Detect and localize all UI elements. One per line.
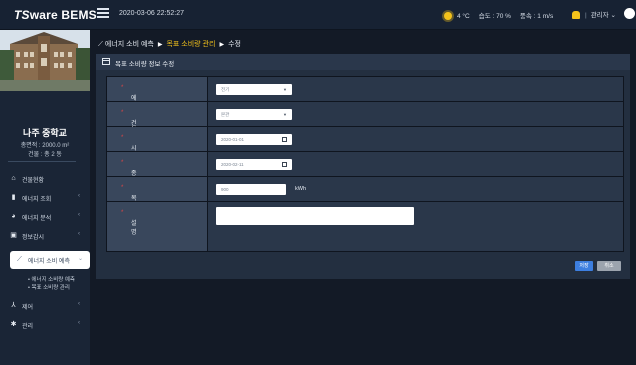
chevron-left-icon: ‹ (78, 301, 80, 307)
end-date-label: 종료일* (121, 160, 137, 195)
divider: | (585, 12, 587, 19)
chevron-left-icon: ‹ (78, 231, 80, 237)
control-icon: ⅄ (11, 302, 16, 309)
sun-icon (444, 12, 452, 21)
calendar-icon[interactable] (282, 137, 287, 142)
pie-chart-icon: ◕ (11, 213, 16, 220)
breadcrumb-current[interactable]: 목표 소비량 관리 (166, 41, 215, 48)
weather-info: 4 °C 습도 : 70 % 풍속 : 1 m/s (444, 10, 554, 21)
brand-suffix: ware BEMS (29, 8, 97, 22)
description-textarea[interactable] (216, 207, 414, 225)
chevron-left-icon: ‹ (78, 193, 80, 199)
user-avatar-icon[interactable] (624, 8, 635, 19)
end-date-value: 2020-02-11 (221, 162, 244, 167)
target-form: 에너지원* 전기 ▼ 건물* 본관 ▼ 시작일* (106, 76, 624, 252)
start-date-input[interactable]: 2020-01-01 (216, 134, 292, 145)
monitor-icon: ▣ (10, 232, 17, 239)
target-input-value: 900 (221, 187, 229, 192)
user-label[interactable]: 관리자 (591, 12, 609, 19)
breadcrumb-root[interactable]: 에너지 소비 예측 (105, 41, 154, 48)
target-unit: kWh (295, 186, 306, 192)
sidebar-item-monitoring[interactable]: ▣ 정보감시 ‹ (0, 227, 90, 245)
top-bar: TSware BEMS 2020-03-06 22:52:27 4 °C 습도 :… (0, 0, 636, 30)
sidebar-item-energy-analysis[interactable]: ◕ 에너지 분석 ‹ (0, 208, 90, 226)
source-select[interactable]: 전기 ▼ (216, 84, 292, 95)
sidebar-divider (8, 161, 76, 162)
sidebar: 나주 중학교 총면적 : 2000.0 m² 건물 : 총 2 동 ⌂ 건물현황… (0, 30, 90, 365)
sidebar-item-label: 제어 (22, 305, 34, 311)
sidebar-item-label: 건물현황 (22, 178, 45, 184)
brand-prefix: TS (14, 8, 30, 22)
school-area: 총면적 : 2000.0 m² (20, 143, 70, 149)
form-row-start-date: 시작일* 2020-01-01 (107, 127, 623, 170)
panel-header: 목표 소비량 정보 수정 (96, 54, 630, 70)
chevron-right-icon: ▶ (219, 42, 225, 48)
building-select[interactable]: 본관 ▼ (216, 109, 292, 120)
sidebar-item-label: 에너지 분석 (22, 216, 52, 222)
sidebar-item-label: 에너지 소비 예측 (28, 259, 70, 265)
chevron-left-icon: ‹ (78, 212, 80, 218)
sidebar-item-label: 정보감시 (22, 235, 45, 241)
sidebar-item-label: 관리 (22, 324, 34, 330)
sidebar-item-label: 에너지 조회 (22, 197, 52, 203)
dropdown-arrow-icon: ▼ (283, 112, 287, 117)
main-content: ⟋ 에너지 소비 예측▶목표 소비량 관리▶수정 목표 소비량 정보 수정 에너… (90, 30, 636, 365)
start-date-value: 2020-01-01 (221, 137, 245, 142)
description-label: 설명 * (121, 210, 137, 236)
end-date-input[interactable]: 2020-02-11 (216, 159, 292, 170)
form-row-source: 에너지원* 전기 ▼ (107, 77, 623, 129)
target-input[interactable]: 900 (216, 184, 286, 195)
source-label: 에너지원* (121, 85, 137, 129)
chevron-down-icon: ⌄ (78, 256, 84, 262)
building-label: 건물* (121, 110, 137, 136)
humidity: 습도 : 70 % (478, 13, 511, 20)
line-chart-icon: ⟋ (17, 256, 22, 263)
home-icon: ⌂ (11, 175, 16, 182)
save-button[interactable]: 저장 (575, 261, 593, 271)
edit-panel: 목표 소비량 정보 수정 에너지원* 전기 ▼ 건물* 본관 ▼ (96, 54, 630, 279)
dropdown-arrow-icon: ▼ (283, 87, 287, 92)
school-name: 나주 중학교 (23, 128, 67, 138)
form-row-description: 설명 * (107, 202, 623, 252)
sidebar-item-energy-lookup[interactable]: ▮ 에너지 조회 ‹ (0, 189, 90, 207)
building-select-value: 본관 (221, 112, 230, 117)
subnav-target-management[interactable]: • 목표 소비량 관리 (28, 283, 70, 291)
sidebar-item-control[interactable]: ⅄ 제어 ‹ (0, 297, 90, 315)
sidebar-item-energy-forecast[interactable]: ⟋ 에너지 소비 예측 ⌄ (10, 251, 90, 269)
user-area[interactable]: | 관리자 ⌄ (572, 9, 616, 20)
start-date-label: 시작일* (121, 135, 137, 170)
cancel-button[interactable]: 취소 (597, 261, 621, 271)
breadcrumb-leaf: 수정 (228, 41, 241, 48)
bell-icon[interactable] (572, 11, 580, 20)
calendar-icon[interactable] (282, 162, 287, 167)
breadcrumb: ⟋ 에너지 소비 예측 ▶ 목표 소비량 관리 ▶ 수정 (98, 39, 241, 49)
chevron-down-icon[interactable]: ⌄ (610, 12, 615, 19)
form-row-end-date: 종료일* 2020-02-11 (107, 152, 623, 195)
panel-title: 목표 소비량 정보 수정 (115, 61, 175, 68)
current-datetime: 2020-03-06 22:52:27 (119, 10, 184, 17)
line-chart-icon: ⟋ (98, 41, 103, 48)
sidebar-item-admin[interactable]: ✱ 관리 ‹ (0, 316, 90, 334)
gear-icon: ✱ (10, 321, 17, 328)
sidebar-item-building-status[interactable]: ⌂ 건물현황 (0, 170, 90, 188)
chevron-right-icon: ▶ (157, 42, 163, 48)
subnav-energy-forecast[interactable]: • 에너지 소비량 예측 (28, 275, 75, 283)
bar-chart-icon: ▮ (11, 194, 16, 201)
source-select-value: 전기 (221, 87, 230, 92)
wind-speed: 풍속 : 1 m/s (519, 13, 554, 20)
form-row-building: 건물* 본관 ▼ (107, 102, 623, 136)
school-photo (0, 30, 90, 91)
form-row-target: 목표 소비량* 900 kWh (107, 177, 623, 238)
list-icon (102, 58, 110, 65)
app-logo[interactable]: TSware BEMS (14, 8, 97, 22)
target-label: 목표 소비량* (121, 185, 137, 238)
school-buildings: 건물 : 총 2 동 (28, 152, 62, 158)
temperature: 4 °C (457, 13, 470, 20)
menu-icon[interactable] (97, 8, 109, 20)
chevron-left-icon: ‹ (78, 320, 80, 326)
